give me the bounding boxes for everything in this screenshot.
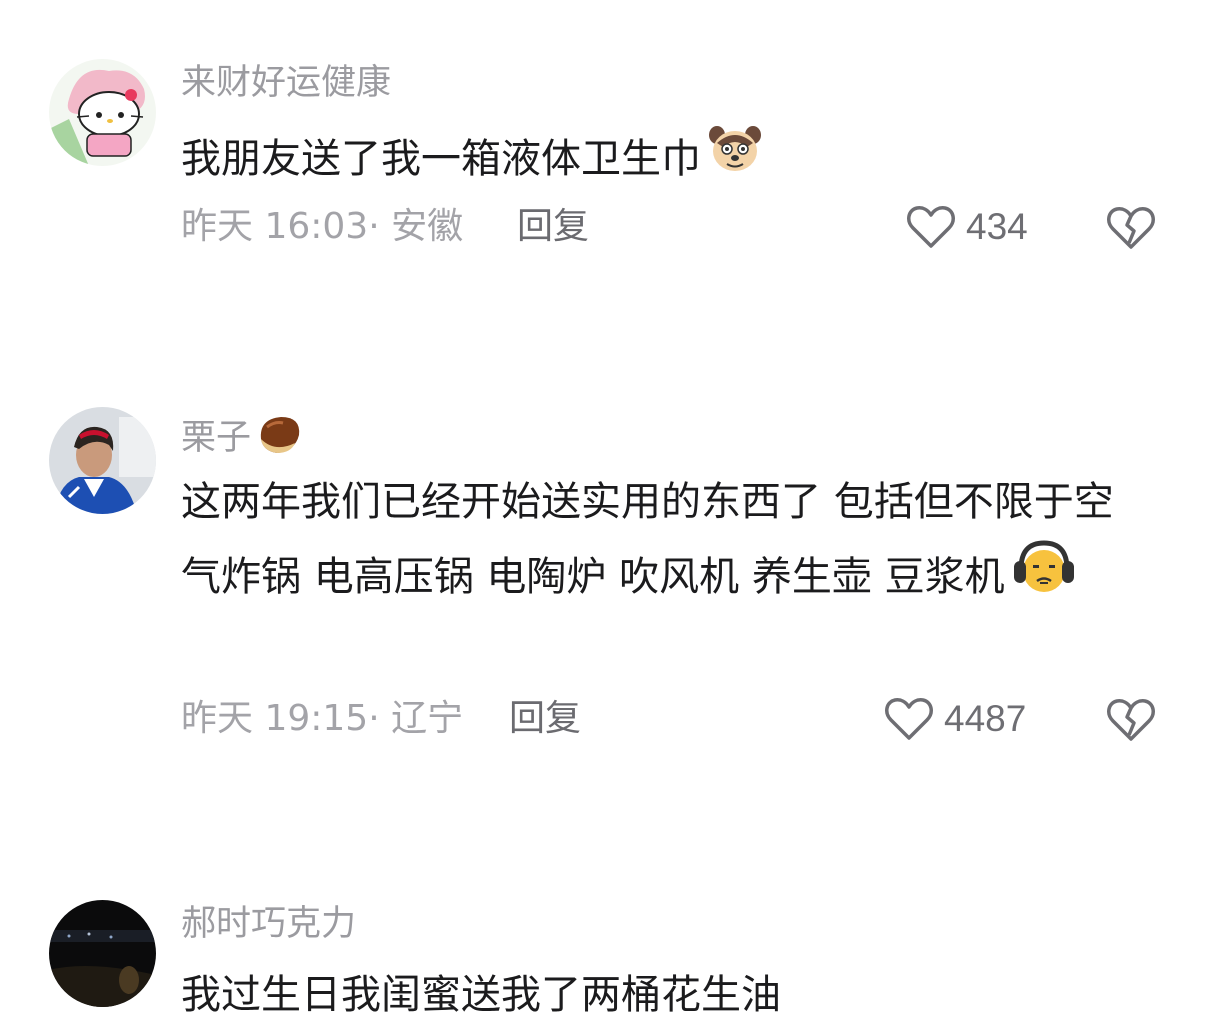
headphones-face-icon [1011,539,1077,619]
username[interactable]: 郝时巧克力 [181,907,356,942]
like-count: 4487 [944,698,1027,739]
like-button[interactable]: 4487 [884,695,1026,743]
comment-text-content: 我朋友送了我一箱液体卫生巾 [181,136,701,182]
photo-avatar-image [49,407,156,514]
dog-face-icon [707,121,763,201]
meta-separator: · [368,206,392,247]
dislike-button[interactable] [1106,205,1156,253]
comment-text-content: 这两年我们已经开始送实用的东西了 包括但不限于空气炸锅 电高压锅 电陶炉 吹风机… [181,479,1114,600]
meta-separator: · [368,698,392,739]
chestnut-icon [255,413,303,462]
broken-heart-icon [1107,699,1155,741]
comment-meta: 昨天 16:03· 安徽 [181,209,463,245]
heart-icon [885,698,933,740]
location: 辽宁 [391,698,464,739]
avatar[interactable] [49,59,156,166]
comment-text: 我过生日我闺蜜送我了两桶花生油 [181,958,1141,1032]
dislike-button[interactable] [1106,697,1156,745]
broken-heart-icon [1107,207,1155,249]
night-photo-avatar-image [49,900,156,1007]
location: 安徽 [391,206,464,247]
heart-icon [907,206,955,248]
like-count: 434 [966,206,1028,247]
like-button[interactable]: 434 [906,203,1028,251]
comment-meta: 昨天 19:15· 辽宁 [181,701,463,737]
avatar[interactable] [49,900,156,1007]
avatar[interactable] [49,407,156,514]
timestamp: 昨天 19:15 [181,698,369,739]
reply-button[interactable]: 回复 [517,209,589,245]
timestamp: 昨天 16:03 [181,206,369,247]
username[interactable]: 来财好运健康 [181,66,391,101]
comment-text: 这两年我们已经开始送实用的东西了 包括但不限于空气炸锅 电高压锅 电陶炉 吹风机… [181,465,1131,619]
comment-text: 我朋友送了我一箱液体卫生巾 [181,121,1141,201]
username[interactable]: 栗子 [181,413,303,462]
hello-kitty-avatar-image [49,59,156,166]
comment-text-content: 我过生日我闺蜜送我了两桶花生油 [181,972,781,1018]
username-text: 栗子 [181,418,252,458]
reply-button[interactable]: 回复 [509,701,581,737]
